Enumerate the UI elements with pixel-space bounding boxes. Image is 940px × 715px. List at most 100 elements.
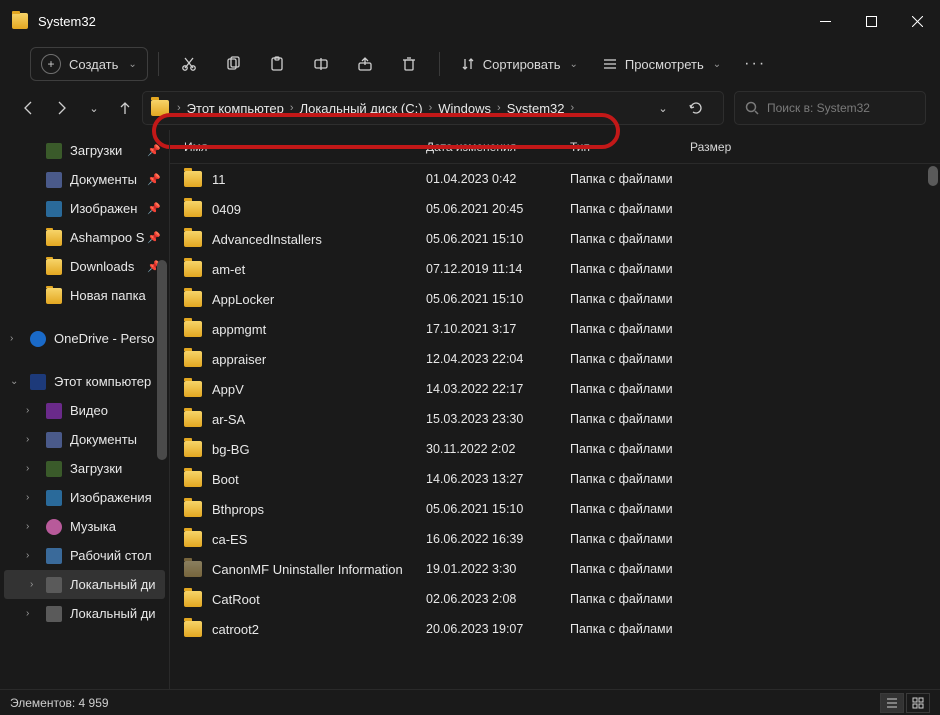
file-row[interactable]: AdvancedInstallers05.06.2021 15:10Папка … — [170, 224, 940, 254]
expand-icon[interactable]: › — [26, 434, 29, 445]
sidebar-label: Документы — [70, 172, 137, 187]
sidebar-item[interactable]: ›Изображения — [0, 483, 169, 512]
sidebar-item[interactable]: › Документы — [0, 425, 169, 454]
create-button[interactable]: + Создать ⌄ — [30, 47, 148, 81]
forward-button[interactable] — [46, 91, 76, 125]
sidebar-label: OneDrive - Perso — [54, 331, 154, 346]
col-type[interactable]: Тип — [570, 140, 690, 154]
back-button[interactable] — [14, 91, 44, 125]
fld-icon — [46, 288, 62, 304]
file-row[interactable]: am-et07.12.2019 11:14Папка с файлами — [170, 254, 940, 284]
minimize-button[interactable] — [802, 0, 848, 42]
paste-button[interactable] — [257, 47, 297, 81]
expand-icon[interactable]: › — [10, 333, 13, 344]
file-row[interactable]: appraiser12.04.2023 22:04Папка с файлами — [170, 344, 940, 374]
file-row[interactable]: 040905.06.2021 20:45Папка с файлами — [170, 194, 940, 224]
file-date: 14.06.2023 13:27 — [426, 472, 570, 486]
sidebar-item[interactable]: ›Рабочий стол — [0, 541, 169, 570]
file-name: ar-SA — [212, 412, 426, 427]
view-button[interactable]: Просмотреть ⌄ — [592, 47, 731, 81]
expand-icon[interactable]: ⌄ — [10, 376, 18, 387]
sidebar-item[interactable]: ›Локальный ди — [4, 570, 165, 599]
expand-icon[interactable]: › — [26, 550, 29, 561]
view-icon — [602, 56, 618, 72]
breadcrumb-item[interactable]: Локальный диск (C:) — [296, 101, 427, 116]
sidebar-item[interactable]: › OneDrive - Perso — [0, 324, 169, 353]
address-bar[interactable]: › Этот компьютер › Локальный диск (C:) ›… — [142, 91, 724, 125]
sidebar-label: Документы — [70, 432, 137, 447]
file-date: 14.03.2022 22:17 — [426, 382, 570, 396]
file-row[interactable]: AppV14.03.2022 22:17Папка с файлами — [170, 374, 940, 404]
breadcrumb-sep: › — [175, 102, 183, 114]
col-size[interactable]: Размер — [690, 140, 790, 154]
file-row[interactable]: ar-SA15.03.2023 23:30Папка с файлами — [170, 404, 940, 434]
file-name: bg-BG — [212, 442, 426, 457]
file-row[interactable]: bg-BG30.11.2022 2:02Папка с файлами — [170, 434, 940, 464]
folder-icon — [184, 471, 202, 487]
file-row[interactable]: Boot14.06.2023 13:27Папка с файлами — [170, 464, 940, 494]
folder-icon — [184, 531, 202, 547]
cut-button[interactable] — [169, 47, 209, 81]
sidebar-item[interactable]: Загрузки📌 — [0, 136, 169, 165]
expand-icon[interactable]: › — [26, 463, 29, 474]
sidebar-label: Новая папка — [70, 288, 146, 303]
file-row[interactable]: AppLocker05.06.2021 15:10Папка с файлами — [170, 284, 940, 314]
scrollbar-thumb[interactable] — [928, 166, 938, 186]
sidebar-item[interactable]: Downloads📌 — [0, 252, 169, 281]
recent-button[interactable]: ⌄ — [78, 91, 108, 125]
sidebar-item[interactable]: Документы📌 — [0, 165, 169, 194]
file-row[interactable]: 1101.04.2023 0:42Папка с файлами — [170, 164, 940, 194]
breadcrumb-item[interactable]: System32 — [503, 101, 569, 116]
rename-button[interactable] — [301, 47, 341, 81]
up-button[interactable] — [110, 91, 140, 125]
delete-button[interactable] — [389, 47, 429, 81]
sidebar-item[interactable]: ›Музыка — [0, 512, 169, 541]
search-input[interactable]: Поиск в: System32 — [734, 91, 926, 125]
file-row[interactable]: CatRoot02.06.2023 2:08Папка с файлами — [170, 584, 940, 614]
sidebar-item[interactable]: Ashampoo S📌 — [0, 223, 169, 252]
sidebar-item[interactable]: ⌄Этот компьютер — [0, 367, 169, 396]
close-button[interactable] — [894, 0, 940, 42]
file-row[interactable]: appmgmt17.10.2021 3:17Папка с файлами — [170, 314, 940, 344]
sidebar-item[interactable]: ›Локальный ди — [0, 599, 169, 628]
folder-icon — [184, 381, 202, 397]
view-details-button[interactable] — [880, 693, 904, 713]
col-date[interactable]: Дата изменения — [426, 140, 570, 154]
file-row[interactable]: CanonMF Uninstaller Information19.01.202… — [170, 554, 940, 584]
expand-icon[interactable]: › — [26, 608, 29, 619]
folder-icon — [151, 100, 169, 116]
breadcrumb-item[interactable]: Этот компьютер — [183, 101, 288, 116]
folder-icon — [184, 441, 202, 457]
expand-icon[interactable]: › — [30, 579, 33, 590]
doc-icon — [46, 432, 62, 448]
sidebar-item[interactable]: Изображен📌 — [0, 194, 169, 223]
address-dropdown[interactable]: ⌄ — [647, 91, 677, 125]
sort-button[interactable]: Сортировать ⌄ — [450, 47, 588, 81]
folder-icon — [184, 261, 202, 277]
expand-icon[interactable]: › — [26, 492, 29, 503]
file-date: 01.04.2023 0:42 — [426, 172, 570, 186]
sidebar-item[interactable]: Новая папка — [0, 281, 169, 310]
expand-icon[interactable]: › — [26, 521, 29, 532]
folder-icon — [184, 561, 202, 577]
copy-button[interactable] — [213, 47, 253, 81]
scrollbar[interactable] — [155, 130, 169, 689]
file-row[interactable]: ca-ES16.06.2022 16:39Папка с файлами — [170, 524, 940, 554]
more-button[interactable]: ··· — [735, 47, 775, 81]
maximize-button[interactable] — [848, 0, 894, 42]
refresh-button[interactable] — [681, 91, 711, 125]
view-grid-button[interactable] — [906, 693, 930, 713]
sidebar-item[interactable]: ›Загрузки — [0, 454, 169, 483]
scrollbar[interactable] — [928, 164, 938, 689]
share-button[interactable] — [345, 47, 385, 81]
expand-icon[interactable]: › — [26, 405, 29, 416]
file-row[interactable]: Bthprops05.06.2021 15:10Папка с файлами — [170, 494, 940, 524]
file-type: Папка с файлами — [570, 472, 710, 486]
scrollbar-thumb[interactable] — [157, 260, 167, 460]
chevron-down-icon: ⌄ — [128, 59, 136, 70]
breadcrumb-item[interactable]: Windows — [434, 101, 495, 116]
col-name[interactable]: Имя — [184, 140, 426, 154]
sidebar-item[interactable]: ›Видео — [0, 396, 169, 425]
img-icon — [46, 490, 62, 506]
file-row[interactable]: catroot220.06.2023 19:07Папка с файлами — [170, 614, 940, 644]
